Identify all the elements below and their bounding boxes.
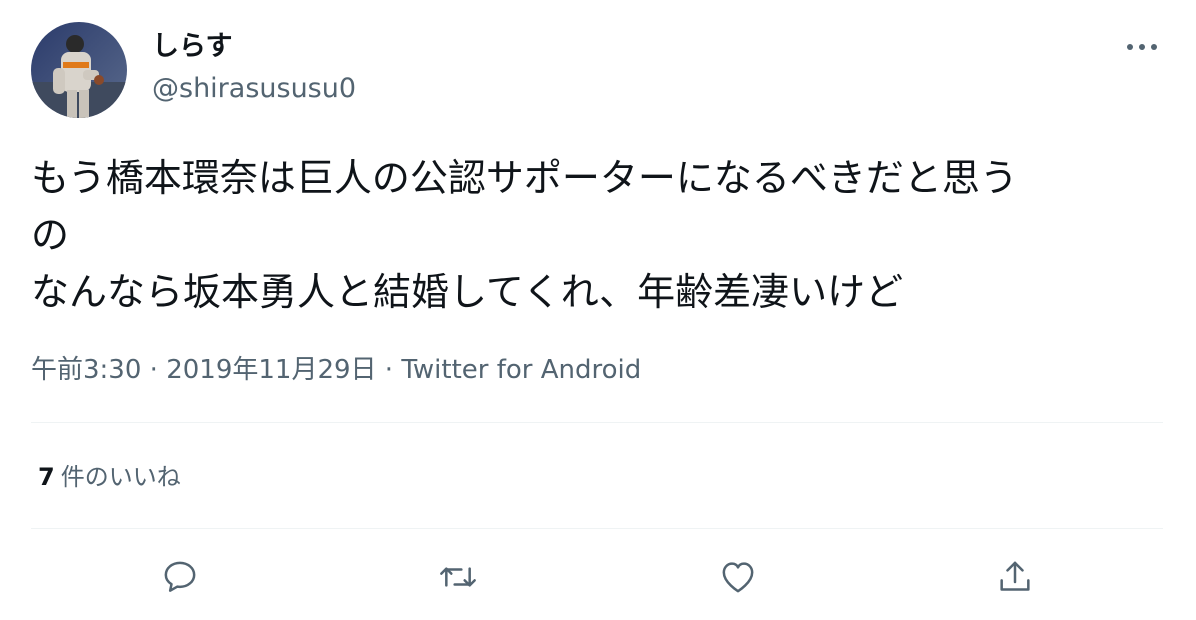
tweet-date[interactable]: 2019年11月29日 — [166, 355, 376, 385]
tweet-time[interactable]: 午前3:30 — [31, 355, 141, 385]
like-button[interactable] — [716, 555, 760, 599]
tweet-metadata: 午前3:30 · 2019年11月29日 · Twitter for Andro… — [31, 352, 641, 388]
more-dots-icon — [1127, 44, 1157, 50]
avatar[interactable] — [31, 22, 127, 118]
share-upload-icon — [1000, 561, 1030, 591]
like-label: 件のいいね — [60, 463, 181, 491]
tweet-source-link[interactable]: Twitter for Android — [401, 355, 641, 385]
heart-icon — [722, 562, 754, 593]
avatar-image — [31, 22, 127, 118]
meta-separator: · — [141, 355, 167, 385]
user-handle[interactable]: @shirasususu0 — [152, 72, 356, 106]
like-count: 7 — [38, 463, 55, 491]
divider — [31, 528, 1163, 529]
tweet-text: もう橋本環奈は巨人の公認サポーターになるべきだと思う の なんなら坂本勇人と結婚… — [31, 156, 1018, 314]
speech-bubble-icon — [164, 561, 196, 592]
reply-button[interactable] — [158, 555, 202, 599]
divider — [31, 422, 1163, 423]
share-button[interactable] — [993, 555, 1037, 599]
likes-stat[interactable]: 7 件のいいね — [38, 460, 181, 494]
retweet-button[interactable] — [436, 555, 480, 599]
display-name[interactable]: しらす — [152, 30, 232, 64]
more-options-button[interactable] — [1118, 30, 1166, 64]
meta-separator: · — [376, 355, 402, 385]
retweet-arrows-icon — [440, 567, 476, 587]
